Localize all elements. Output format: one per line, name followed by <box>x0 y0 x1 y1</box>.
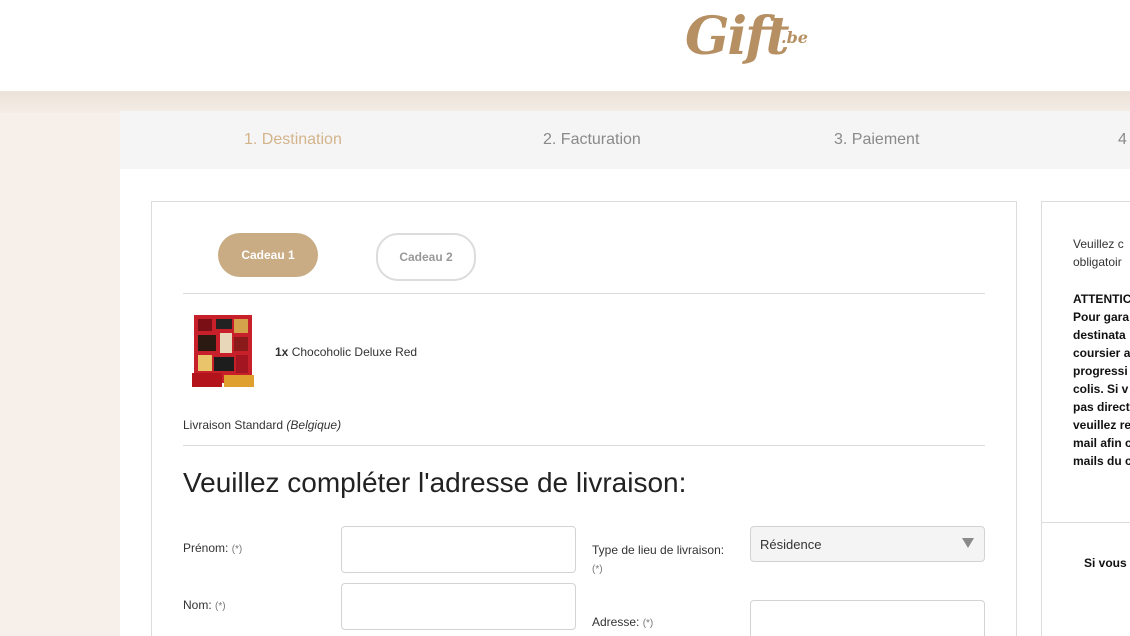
product-name: Chocoholic Deluxe Red <box>291 345 418 359</box>
divider <box>183 445 985 446</box>
header-shadow-band <box>0 91 1130 113</box>
first-name-label-text: Prénom: <box>183 541 229 555</box>
shipping-country: (Belgique) <box>286 418 342 432</box>
side-attention-line: Pour gara <box>1073 310 1130 324</box>
gift-tab-2[interactable]: Cadeau 2 <box>376 233 476 281</box>
step-4[interactable]: 4 <box>1118 131 1127 149</box>
side-attention: ATTENTIC Pour gara destinata coursier a … <box>1073 290 1130 470</box>
step-paiement[interactable]: 3. Paiement <box>834 131 919 149</box>
required-mark: (*) <box>642 618 654 629</box>
first-name-input[interactable] <box>341 526 576 573</box>
side-attention-line: mails du c <box>1073 454 1130 468</box>
gift-tab-1[interactable]: Cadeau 1 <box>218 233 318 277</box>
first-name-label: Prénom: (*) <box>183 541 242 555</box>
info-side-card: Veuillez c obligatoir ATTENTIC Pour gara… <box>1041 201 1130 636</box>
logo-suffix: .be <box>781 28 808 47</box>
product-line: 1x Chocoholic Deluxe Red <box>275 345 417 359</box>
side-attention-line: veuillez re <box>1073 418 1130 432</box>
form-heading: Veuillez compléter l'adresse de livraiso… <box>183 467 687 498</box>
required-mark: (*) <box>592 564 603 575</box>
location-type-value: Résidence <box>760 537 822 552</box>
location-type-label: Type de lieu de livraison: (*) <box>592 541 724 579</box>
side-attention-line: pas direct <box>1073 400 1130 414</box>
product-quantity: 1x <box>275 345 289 359</box>
side-attention-line: coursier a <box>1073 346 1130 360</box>
last-name-input[interactable] <box>341 583 576 630</box>
side-bottom-text: Si vous <box>1084 556 1127 570</box>
side-attention-line: progressi <box>1073 364 1128 378</box>
address-label: Adresse: (*) <box>592 615 653 629</box>
location-type-label-text: Type de lieu de livraison: <box>592 543 725 557</box>
last-name-label: Nom: (*) <box>183 598 226 612</box>
required-mark: (*) <box>215 601 226 612</box>
gift-be-logo[interactable]: Gift .be <box>685 6 808 78</box>
side-attention-line: ATTENTIC <box>1073 292 1130 306</box>
side-intro-line: obligatoir <box>1073 255 1122 269</box>
shipping-method: Livraison Standard (Belgique) <box>183 418 341 432</box>
side-intro-line: Veuillez c <box>1073 237 1124 251</box>
side-intro: Veuillez c obligatoir <box>1073 235 1130 271</box>
divider <box>183 293 985 294</box>
side-divider <box>1042 522 1130 523</box>
location-type-select[interactable]: Résidence <box>750 526 985 562</box>
side-attention-line: colis. Si v <box>1073 382 1129 396</box>
step-destination[interactable]: 1. Destination <box>244 131 342 149</box>
step-facturation[interactable]: 2. Facturation <box>543 131 641 149</box>
address-input[interactable] <box>750 600 985 636</box>
last-name-label-text: Nom: <box>183 598 212 612</box>
shipping-method-name: Livraison Standard <box>183 418 284 432</box>
product-image <box>192 315 254 387</box>
required-mark: (*) <box>231 544 243 555</box>
address-label-text: Adresse: <box>592 615 640 629</box>
side-attention-line: destinata <box>1073 328 1126 342</box>
site-header: Gift .be <box>0 0 1130 91</box>
side-attention-line: mail afin c <box>1073 436 1130 450</box>
logo-text: Gift <box>685 6 790 67</box>
caret-down-icon <box>962 538 974 548</box>
checkout-steps: 1. Destination 2. Facturation 3. Paiemen… <box>120 111 1130 169</box>
